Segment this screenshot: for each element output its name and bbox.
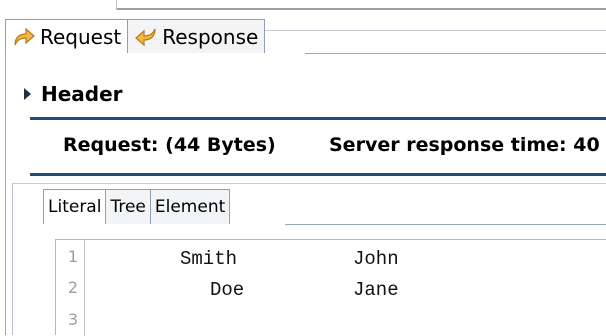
tab-response[interactable]: Response [128, 19, 266, 53]
view-tab-baseline [285, 224, 606, 225]
code-cell: Doe [210, 279, 245, 301]
tab-element-label: Element [154, 197, 226, 217]
response-arrow-icon [134, 25, 158, 49]
tab-tree-label: Tree [110, 197, 146, 217]
view-tab-bar: Literal Tree Element [43, 189, 231, 224]
code-cell: Smith [180, 248, 238, 270]
header-separator [30, 117, 606, 120]
request-arrow-icon [12, 25, 36, 49]
literal-text-editor[interactable]: 1 2 3 Smith John Doe Jane [55, 239, 606, 336]
code-cell: Jane [353, 279, 399, 301]
request-info-row: Request: (44 Bytes) Server response time… [63, 134, 600, 156]
info-separator [30, 173, 606, 176]
tab-request[interactable]: Request [5, 19, 129, 53]
line-number-gutter: 1 2 3 [56, 240, 85, 336]
tab-element[interactable]: Element [150, 189, 231, 224]
code-cell: John [353, 248, 399, 270]
line-number: 1 [67, 247, 78, 266]
top-panel-edge [116, 0, 606, 10]
header-section-label: Header [41, 82, 123, 106]
tab-request-label: Request [40, 24, 122, 49]
server-response-time-label: Server response time: 40 [329, 134, 600, 156]
main-tab-bar: Request Response [5, 19, 266, 53]
header-section-toggle[interactable]: Header [24, 82, 123, 106]
line-number: 3 [67, 310, 78, 329]
collapse-triangle-icon [24, 88, 31, 100]
request-size-label: Request: (44 Bytes) [63, 134, 276, 156]
tab-tree[interactable]: Tree [106, 189, 151, 224]
tab-bar-baseline [305, 53, 606, 54]
tab-literal-label: Literal [48, 197, 102, 217]
line-number: 2 [67, 278, 78, 297]
tab-response-label: Response [162, 24, 259, 49]
tab-literal[interactable]: Literal [43, 189, 107, 224]
